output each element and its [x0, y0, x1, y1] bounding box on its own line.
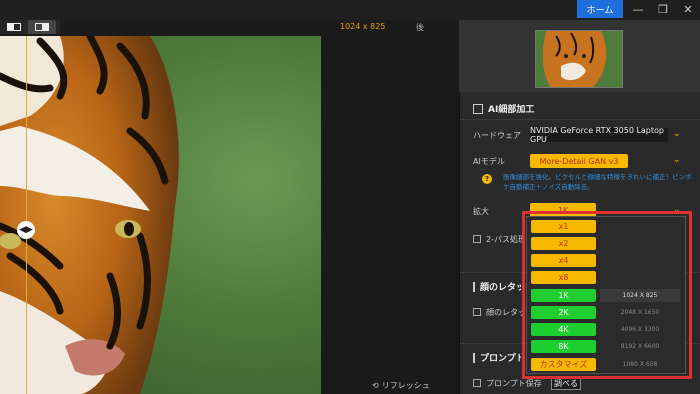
face-icon — [473, 281, 475, 292]
hardware-select[interactable]: NVIDIA GeForce RTX 3050 Laptop GPU — [530, 126, 668, 144]
split-handle-icon[interactable]: ◀▶ — [17, 221, 35, 239]
face-section-title: 顔のレタッチ — [480, 283, 521, 293]
close-icon[interactable]: ✕ — [678, 2, 698, 16]
ai-detail-icon — [473, 103, 483, 114]
image-preview[interactable] — [0, 36, 321, 394]
refresh-label: リフレッシュ — [381, 381, 430, 390]
twopass-checkbox[interactable] — [473, 235, 481, 243]
face-retouch-checkbox[interactable] — [473, 308, 481, 316]
single-view-icon — [7, 23, 21, 31]
highlight-annotation-box — [522, 211, 692, 379]
home-button[interactable]: ホーム — [577, 0, 623, 18]
after-label: 後 — [416, 23, 424, 32]
prompt-save-checkbox[interactable] — [473, 379, 481, 387]
face-section-header: 顔のレタッチ — [473, 280, 521, 293]
twopass-label: 2-パス処理 — [486, 235, 522, 244]
prompt-section-header: プロンプト — [473, 351, 521, 364]
preview-gap — [321, 36, 459, 394]
divider — [460, 119, 700, 120]
scale-label: 拡大 — [473, 207, 489, 216]
model-chevron-down-icon[interactable]: ⌄ — [673, 155, 681, 165]
maximize-icon[interactable]: ❐ — [653, 2, 673, 16]
single-view-button[interactable] — [0, 20, 28, 34]
split-view-icon — [35, 23, 49, 31]
model-description: 画像細部を強化。ピクセルと微細な特徴をきれいに補正！ピンボケ自動補正＋ノイズ自動… — [503, 173, 692, 191]
hardware-chevron-down-icon[interactable]: ⌄ — [673, 129, 681, 139]
refresh-button[interactable]: ⟲ リフレッシュ — [372, 380, 430, 391]
view-mode-toggle[interactable] — [0, 20, 60, 34]
document-icon — [473, 352, 475, 363]
ai-section-header: AI細部加工 — [473, 102, 534, 115]
minimize-icon[interactable]: — — [628, 2, 648, 16]
prompt-save-label: プロンプト保存 — [486, 379, 542, 388]
refresh-icon: ⟲ — [372, 381, 379, 390]
hardware-label: ハードウェア — [473, 131, 521, 140]
split-view-button[interactable] — [28, 20, 56, 34]
thumbnail-image — [536, 31, 622, 87]
model-select[interactable]: More-Detail GAN v3 — [530, 154, 628, 168]
model-label: AIモデル — [473, 157, 505, 166]
split-line[interactable] — [26, 36, 27, 394]
tiger-image — [0, 36, 179, 394]
help-icon[interactable]: ? — [482, 174, 492, 184]
image-size-label: 1024 x 825 — [340, 22, 386, 31]
face-retouch-label: 顔のレタッチ — [486, 308, 522, 317]
thumbnail[interactable] — [535, 30, 623, 88]
ai-section-title: AI細部加工 — [488, 105, 535, 115]
prompt-section-title: プロンプト — [480, 354, 521, 364]
